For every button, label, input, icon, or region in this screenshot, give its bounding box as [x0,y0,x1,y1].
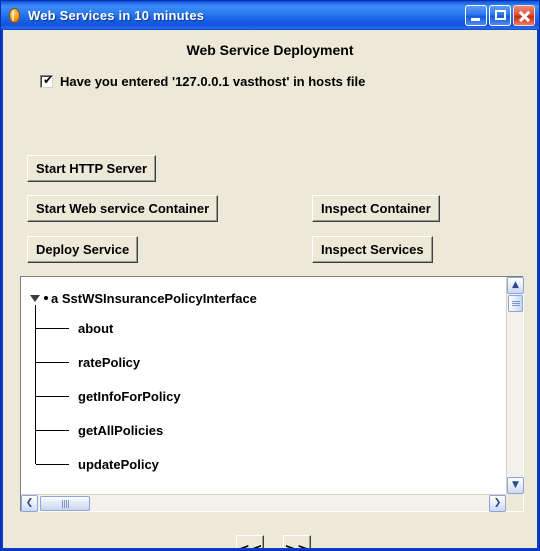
start-web-service-container-button[interactable]: Start Web service Container [27,195,219,222]
tree-root-node[interactable]: a SstWSInsurancePolicyInterface [21,285,506,311]
page-title: Web Service Deployment [186,42,354,58]
tree-content: a SstWSInsurancePolicyInterface about ra… [21,277,506,481]
minimize-icon [471,18,480,21]
tree-branch-line [36,430,69,431]
tree-node-updatepolicy[interactable]: updatePolicy [21,447,506,481]
previous-button[interactable]: << [236,535,264,548]
tree-node-about[interactable]: about [21,311,506,345]
client-area: Web Service Deployment ✔ Have you entere… [3,30,537,548]
tree-viewport[interactable]: a SstWSInsurancePolicyInterface about ra… [21,277,506,494]
tree-root-label: a SstWSInsurancePolicyInterface [51,290,257,306]
vertical-scrollbar[interactable]: ▲ ▼ [506,277,524,494]
tree-branch-line [36,362,69,363]
tree-node-label: ratePolicy [78,354,141,370]
scrollbar-corner [506,494,523,511]
maximize-icon [495,10,506,20]
inspect-container-button[interactable]: Inspect Container [312,195,440,222]
checkmark-icon: ✔ [43,73,54,87]
tree-node-ratepolicy[interactable]: ratePolicy [21,345,506,379]
tree-node-label: getInfoForPolicy [78,388,181,404]
node-bullet-icon [44,296,48,300]
horizontal-scrollbar[interactable]: ❮ ❯ [21,494,506,512]
deploy-service-button[interactable]: Deploy Service [27,236,139,263]
service-tree-panel: a SstWSInsurancePolicyInterface about ra… [20,276,524,512]
horizontal-scroll-thumb[interactable] [40,496,90,511]
window-controls [465,5,535,26]
scroll-down-button[interactable]: ▼ [507,477,524,494]
tree-branch-line [36,328,69,329]
scroll-grip-icon [61,499,69,508]
scroll-right-button[interactable]: ❯ [489,495,506,512]
title-bar: Web Services in 10 minutes [1,1,539,30]
window-title: Web Services in 10 minutes [28,8,205,23]
close-button[interactable] [513,5,535,26]
tree-node-label: updatePolicy [78,456,159,472]
tree-node-label: getAllPolicies [78,422,164,438]
scroll-up-button[interactable]: ▲ [507,277,524,294]
hosts-file-checkbox[interactable]: ✔ [40,73,54,88]
tree-node-getinfoforpolicy[interactable]: getInfoForPolicy [21,379,506,413]
hosts-file-checkbox-label: Have you entered '127.0.0.1 vasthost' in… [60,74,366,89]
tree-branch-line [36,464,69,465]
tree-node-label: about [78,320,114,336]
tree-branch-line [36,396,69,397]
scroll-grip-icon [511,300,520,307]
maximize-button[interactable] [489,5,511,26]
tree-node-getallpolicies[interactable]: getAllPolicies [21,413,506,447]
start-http-server-button[interactable]: Start HTTP Server [27,155,157,182]
minimize-button[interactable] [465,5,487,26]
scroll-left-button[interactable]: ❮ [21,495,38,512]
application-window: Web Services in 10 minutes Web Service D… [0,0,540,551]
next-button[interactable]: >> [283,535,311,548]
vertical-scroll-thumb[interactable] [508,295,523,312]
vertical-scroll-track[interactable] [507,294,523,477]
horizontal-scroll-track[interactable] [38,495,489,511]
java-cup-icon [6,7,23,24]
hosts-file-checkbox-row[interactable]: ✔ Have you entered '127.0.0.1 vasthost' … [40,74,365,89]
chevron-down-icon[interactable] [30,293,41,304]
inspect-services-button[interactable]: Inspect Services [312,236,433,263]
